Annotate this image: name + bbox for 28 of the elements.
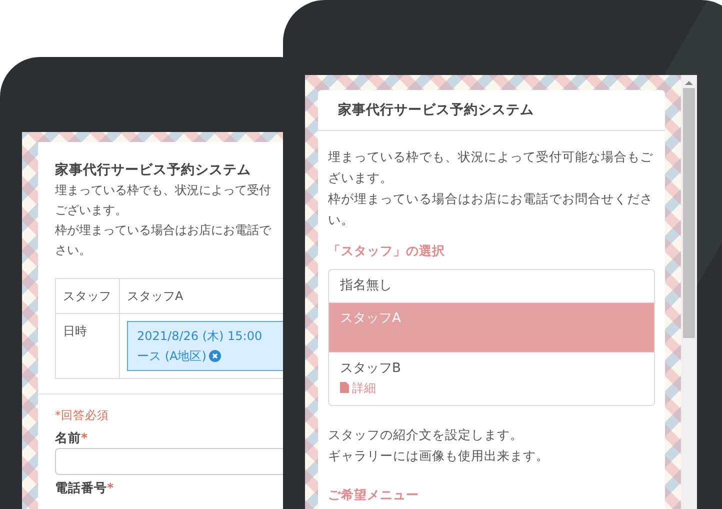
field-label: 名前*	[55, 429, 89, 446]
description-line: 枠が埋まっている場合はお店にお電話で	[55, 222, 272, 239]
description-line: ざいます。	[328, 169, 394, 187]
app-title: 家事代行サービス予約システム	[338, 101, 535, 120]
description-line: 埋まっている枠でも、状況によって受付	[55, 182, 272, 199]
input-field[interactable]	[55, 448, 283, 475]
staff-note-line: スタッフの紹介文を設定します。	[328, 426, 524, 444]
table-cell: スタッフA	[127, 289, 184, 303]
section-title: ご希望メニュー	[328, 488, 420, 502]
description-line: ございます。	[55, 202, 128, 219]
staff-option[interactable]: 指名無し	[329, 270, 654, 302]
field-label: 電話番号*	[55, 479, 115, 496]
close-icon[interactable]	[209, 350, 222, 362]
document-icon	[340, 382, 349, 393]
table-cell: スタッフ	[56, 278, 120, 314]
required-note: *回答必須	[55, 407, 110, 424]
description-line: 枠が埋まっている場合はお店にお電話でお問合せくださ	[328, 190, 654, 208]
scrollbar[interactable]	[681, 75, 697, 509]
datetime-chip: 2021/8/26 (木) 15:00 ース (A地区)	[127, 321, 283, 371]
scroll-up-icon[interactable]	[685, 80, 693, 86]
description-line: い。	[328, 211, 355, 229]
section-title: 「スタッフ」の選択	[328, 242, 446, 260]
staff-note-line: ギャラリーには画像も使用出来ます。	[328, 447, 550, 465]
app-title: 家事代行サービス予約システム	[55, 161, 252, 180]
description-line: さい。	[55, 242, 92, 259]
staff-option[interactable]: スタッフB 詳細	[329, 352, 654, 405]
description-line: 埋まっている枠でも、状況によって受付可能な場合もご	[328, 148, 654, 166]
table-cell: 日時	[56, 314, 120, 378]
